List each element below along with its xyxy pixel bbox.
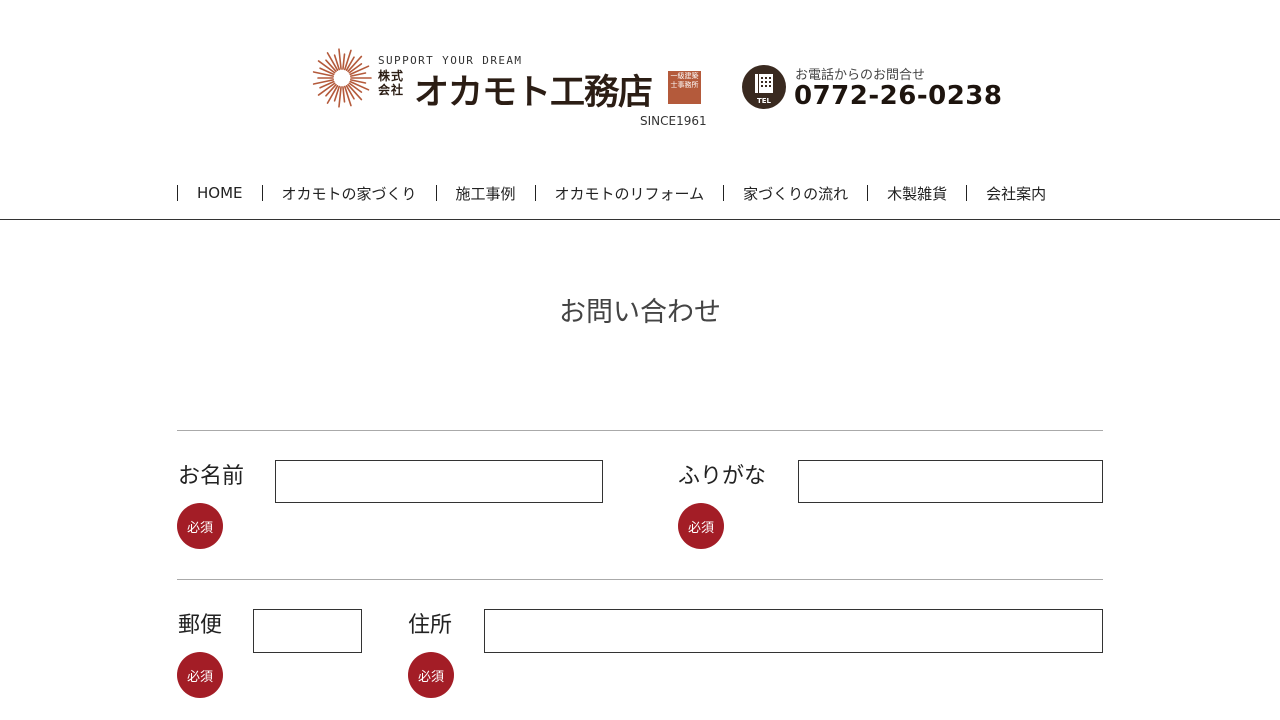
main-nav: HOME オカモトの家づくり 施工事例 オカモトのリフォーム 家づくりの流れ 木… <box>177 182 1065 204</box>
phone-number[interactable]: 0772-26-0238 <box>794 81 1003 111</box>
required-badge: 必須 <box>177 652 223 698</box>
company-name: オカモト工務店 <box>414 73 653 113</box>
address-input[interactable] <box>484 609 1103 653</box>
sunburst-ray <box>342 86 346 103</box>
company-prefix: 株式会社 <box>378 69 405 97</box>
name-input[interactable] <box>275 460 603 503</box>
sunburst-ray <box>342 53 346 70</box>
phone-contact[interactable]: TEL お電話からのお問合せ 0772-26-0238 <box>742 64 1002 116</box>
nav-item-wood-goods[interactable]: 木製雑貨 <box>868 183 966 204</box>
tel-icon-label: TEL <box>757 97 772 105</box>
form-divider <box>177 430 1103 431</box>
page-title: お問い合わせ <box>559 297 721 328</box>
nav-item-home[interactable]: HOME <box>178 184 262 202</box>
postal-code-input[interactable] <box>253 609 362 653</box>
required-badge: 必須 <box>408 652 454 698</box>
required-badge: 必須 <box>678 503 724 549</box>
furigana-input[interactable] <box>798 460 1103 503</box>
sunburst-ray <box>338 48 342 70</box>
phone-icon: TEL <box>742 65 786 109</box>
architect-office-badge: 一級建築士事務所 <box>668 71 701 104</box>
nav-item-company[interactable]: 会社案内 <box>967 183 1065 204</box>
form-divider <box>177 579 1103 580</box>
since-label: SINCE1961 <box>640 114 707 128</box>
nav-item-works[interactable]: 施工事例 <box>437 183 535 204</box>
furigana-label: ふりがな <box>678 464 767 489</box>
sunburst-logo-icon <box>312 48 372 108</box>
nav-item-reform[interactable]: オカモトのリフォーム <box>536 183 724 204</box>
name-label: お名前 <box>178 464 245 489</box>
postal-label: 郵便 <box>178 613 223 638</box>
address-label: 住所 <box>408 613 453 638</box>
header-divider <box>0 219 1280 220</box>
site-logo[interactable]: SUPPORT YOUR DREAM 株式会社 オカモト工務店 一級建築士事務所… <box>312 48 707 130</box>
sunburst-ray <box>338 86 342 108</box>
required-badge: 必須 <box>177 503 223 549</box>
nav-item-flow[interactable]: 家づくりの流れ <box>724 183 867 204</box>
nav-item-house-building[interactable]: オカモトの家づくり <box>263 183 436 204</box>
